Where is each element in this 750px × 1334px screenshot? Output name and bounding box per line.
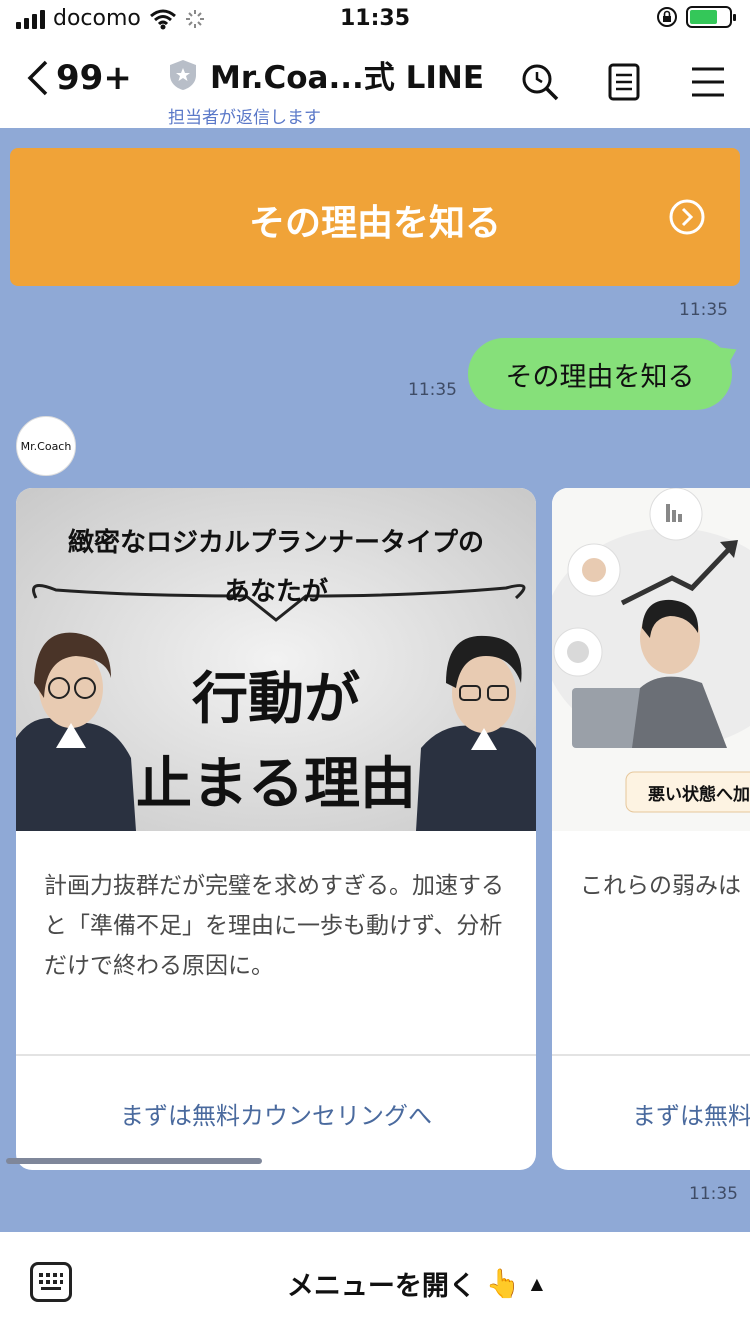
open-menu-button[interactable]: メニューを開く 👆 ▲ xyxy=(0,1264,750,1303)
orientation-lock-icon xyxy=(657,7,677,27)
chevron-left-icon xyxy=(27,60,48,96)
carousel-card[interactable]: 緻密なロジカルプランナータイプの あなたが 行動が 止まる理由 計画力抜群だが完… xyxy=(16,488,536,1170)
status-right xyxy=(656,6,736,28)
card-image-line1: 緻密なロジカルプランナータイプの xyxy=(67,528,484,558)
search-button[interactable] xyxy=(520,62,560,102)
notes-button[interactable] xyxy=(604,62,644,102)
card-description: 計画力抜群だが完璧を求めすぎる。加速すると「準備不足」を理由に一歩も動けず、分析… xyxy=(44,873,504,979)
title-area[interactable]: Mr.Coa...式 LINE 担当者が返信します xyxy=(168,52,488,128)
header-actions xyxy=(520,62,728,102)
open-menu-label: メニューを開く xyxy=(286,1271,476,1302)
menu-button[interactable] xyxy=(688,62,728,102)
card-description: これらの弱みは うちに加速し、 ります。 xyxy=(580,873,750,899)
bottom-bar: メニューを開く 👆 ▲ xyxy=(0,1232,750,1334)
reason-button-label: その理由を知る xyxy=(248,203,501,244)
back-button[interactable]: 99+ xyxy=(26,58,132,98)
sent-message-text: その理由を知る xyxy=(505,361,695,393)
chat-area[interactable]: その理由を知る 11:35 その理由を知る 11:35 Mr.Coach 緻密な… xyxy=(0,128,750,1232)
counseling-link[interactable]: まずは無料 xyxy=(552,1056,750,1170)
avatar[interactable]: Mr.Coach xyxy=(16,416,76,476)
status-bar: docomo 11:35 xyxy=(0,0,750,40)
card-image-text: 緻密なロジカルプランナータイプの あなたが 行動が 止まる理由 xyxy=(16,522,536,820)
timestamp: 11:35 xyxy=(689,1184,738,1204)
counseling-link[interactable]: まずは無料カウンセリングへ xyxy=(16,1056,536,1170)
notes-icon xyxy=(608,63,640,101)
menu-icon xyxy=(692,67,724,97)
carousel-scrollbar[interactable] xyxy=(6,1158,262,1164)
timestamp: 11:35 xyxy=(408,380,457,400)
chat-title: Mr.Coa...式 LINE xyxy=(210,60,484,96)
battery-icon xyxy=(686,6,736,28)
caret-up-icon: ▲ xyxy=(530,1274,544,1293)
official-badge-icon xyxy=(170,59,196,90)
chat-subtitle: 担当者が返信します xyxy=(168,108,321,128)
card-image-label: 悪い状態へ加 xyxy=(648,785,750,805)
reason-button[interactable]: その理由を知る xyxy=(10,148,740,286)
card-image-headline1: 行動が xyxy=(192,666,360,732)
search-icon xyxy=(522,64,559,101)
timestamp: 11:35 xyxy=(679,300,728,320)
arrow-right-circle-icon xyxy=(669,199,705,235)
sent-message-bubble[interactable]: その理由を知る xyxy=(468,338,732,410)
avatar-text: Mr.Coach xyxy=(20,439,72,453)
pointing-hand-icon: 👆 xyxy=(485,1267,521,1300)
card-image-headline2: 止まる理由 xyxy=(136,751,416,817)
status-time: 11:35 xyxy=(339,6,411,31)
card-image-line2: あなたが xyxy=(223,577,328,607)
unread-count: 99+ xyxy=(56,58,132,98)
chat-header: 99+ Mr.Coa...式 LINE 担当者が返信します xyxy=(0,40,750,128)
carousel-card[interactable]: 悪い状態へ加 これらの弱みは うちに加速し、 ります。 まずは無料 xyxy=(552,488,750,1170)
